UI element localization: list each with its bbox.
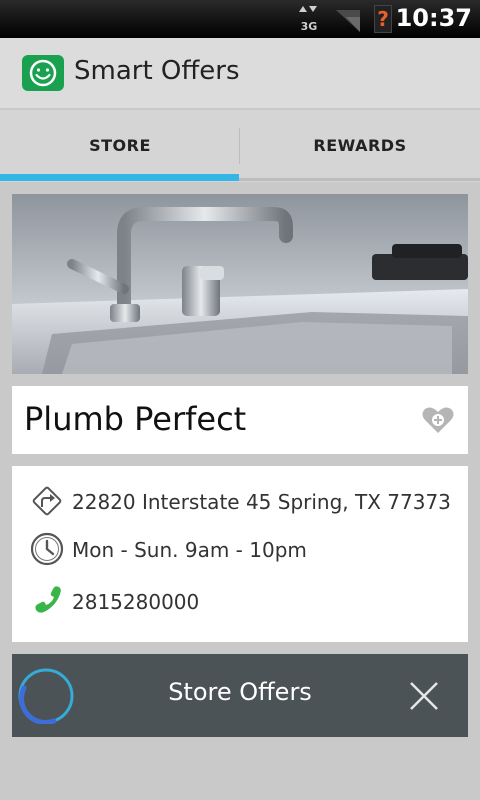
directions-icon <box>32 486 62 516</box>
store-offers-bar[interactable]: Store Offers <box>12 654 468 737</box>
smiley-face-icon <box>29 59 57 87</box>
tab-rewards[interactable]: REWARDS <box>240 110 480 182</box>
tab-bar: STORE REWARDS <box>0 110 480 182</box>
store-offers-label: Store Offers <box>168 678 312 706</box>
status-bar: 3G ? 10:37 <box>0 0 480 38</box>
store-image <box>12 194 468 374</box>
heart-plus-icon[interactable] <box>422 406 454 434</box>
app-logo-icon[interactable] <box>22 55 64 91</box>
faucet-sink-photo <box>12 194 468 374</box>
clock-icon <box>30 532 64 566</box>
store-name: Plumb Perfect <box>24 400 247 438</box>
action-bar: Smart Offers <box>0 38 480 108</box>
tab-selected-indicator <box>0 174 239 181</box>
signal-strength-icon <box>336 10 360 32</box>
battery-glyph: ? <box>377 7 389 31</box>
clock: 10:37 <box>395 4 472 32</box>
store-name-card: Plumb Perfect <box>12 386 468 454</box>
battery-unknown-icon: ? <box>374 5 392 33</box>
tab-store[interactable]: STORE <box>0 110 240 182</box>
phone-icon <box>35 586 61 613</box>
network-3g-icon: 3G <box>299 6 318 32</box>
network-label: 3G <box>301 20 318 32</box>
tab-bar-underline <box>239 178 480 181</box>
store-address: 22820 Interstate 45 Spring, TX 77373 <box>72 490 451 514</box>
store-phone: 2815280000 <box>72 590 200 614</box>
app-title: Smart Offers <box>74 56 240 86</box>
store-hours: Mon - Sun. 9am - 10pm <box>72 538 307 562</box>
close-icon[interactable] <box>408 680 440 712</box>
store-info-card: 22820 Interstate 45 Spring, TX 77373 Mon… <box>12 466 468 642</box>
